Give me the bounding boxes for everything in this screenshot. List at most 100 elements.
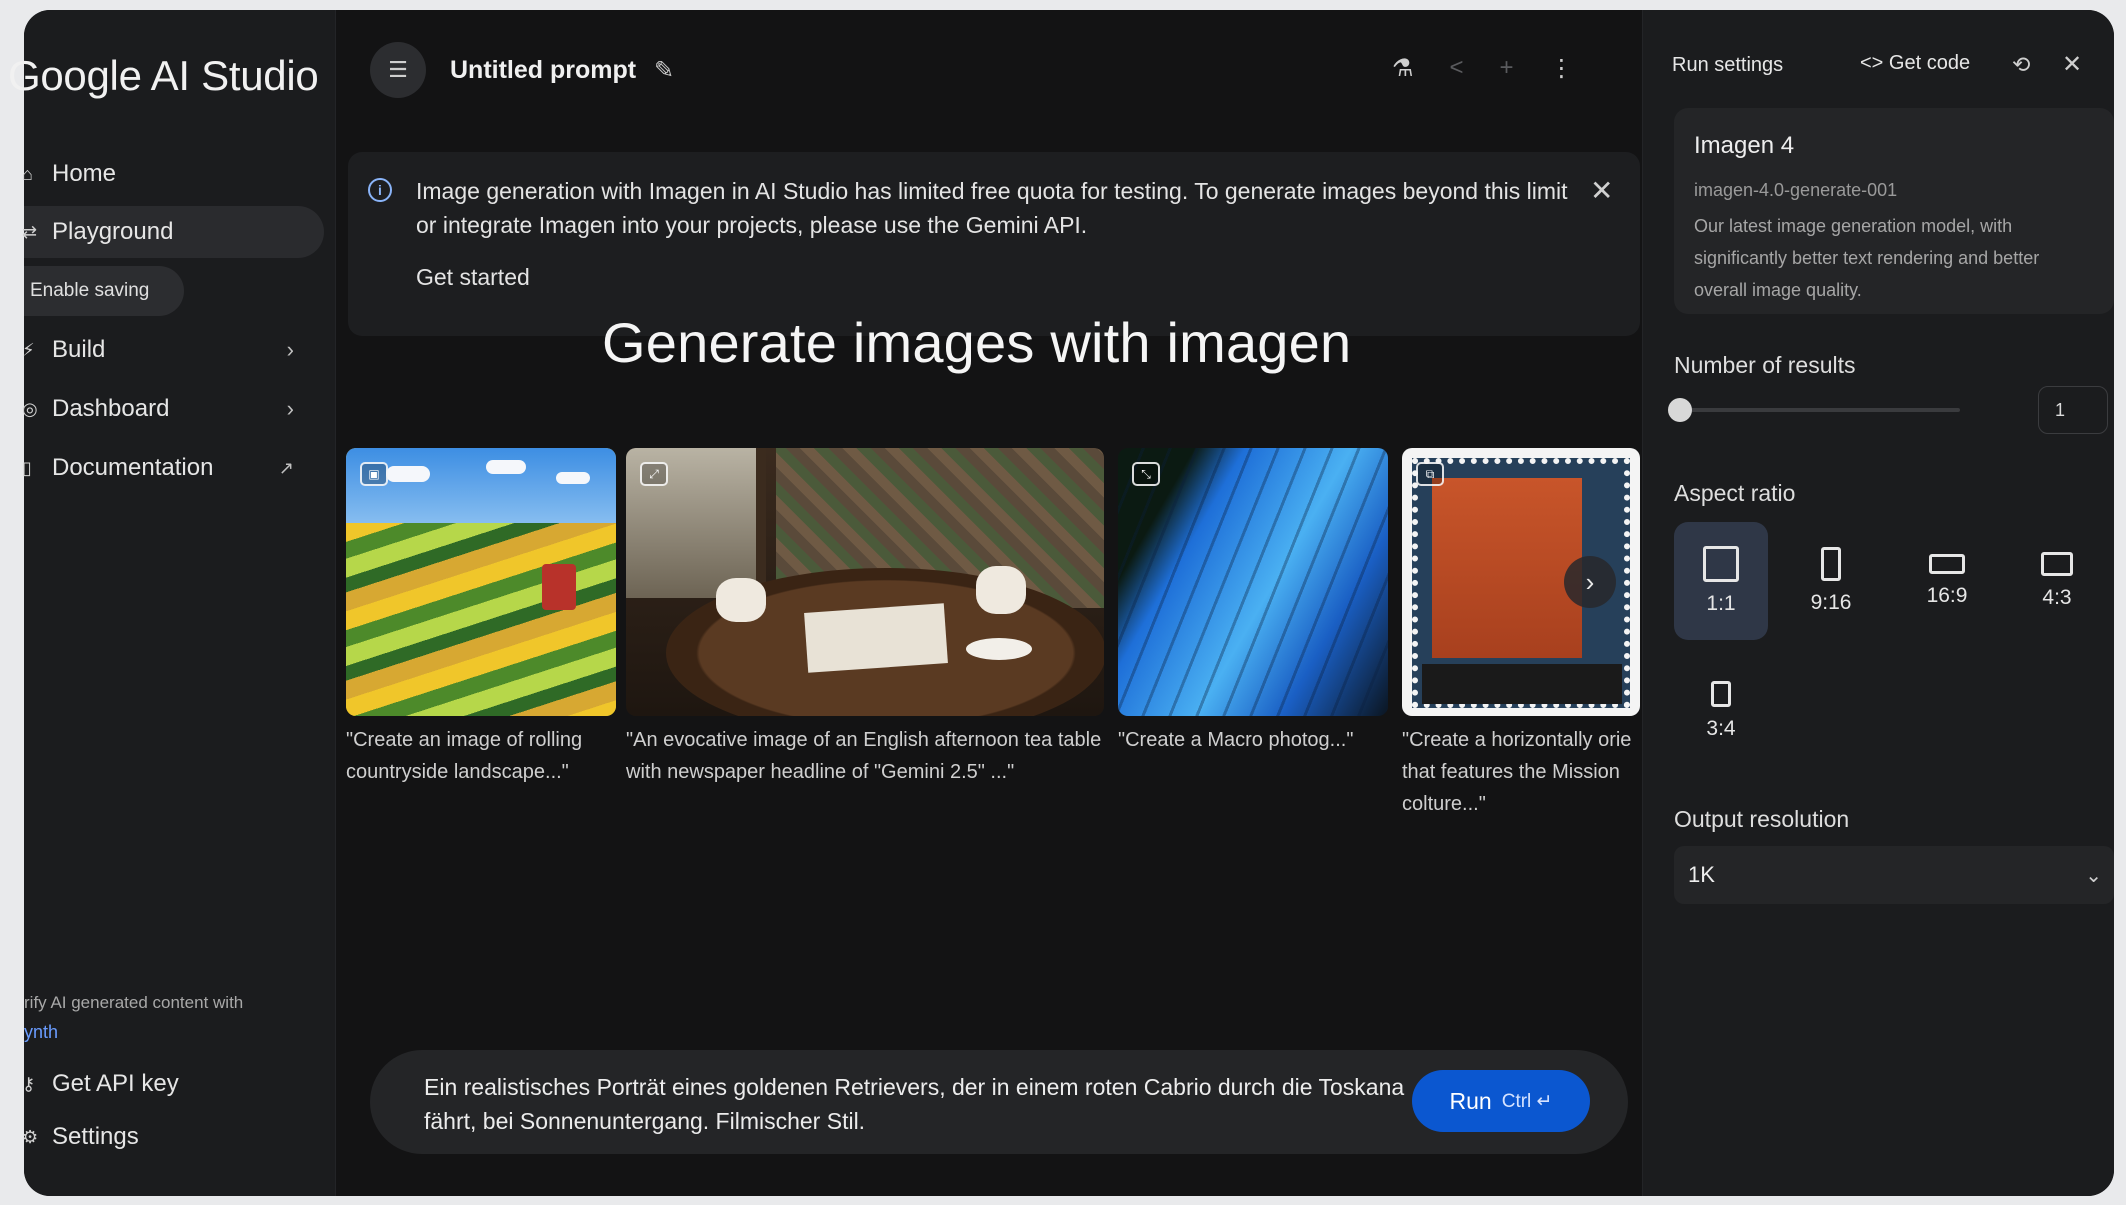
app-brand[interactable]: Google AI Studio (8, 52, 319, 100)
chevron-right-icon: › (286, 337, 294, 362)
square-icon (1703, 546, 1739, 582)
aspect-option-9-16[interactable]: 9:16 (1784, 522, 1878, 640)
sidebar-item-build[interactable]: ⚡ Build › (22, 324, 324, 376)
example-caption: "Create an image of rolling countryside … (346, 729, 583, 783)
model-name: Imagen 4 (1694, 132, 1795, 159)
portrait-icon (1821, 547, 1841, 581)
enable-saving-button[interactable]: Enable saving (24, 266, 184, 316)
model-id: imagen-4.0-generate-001 (1694, 180, 1898, 200)
sidebar-item-label: Home (52, 160, 117, 187)
wing-veins (1118, 448, 1388, 716)
hero-heading: Generate images with imagen (602, 311, 1352, 374)
output-resolution-label: Output resolution (1674, 806, 1850, 832)
aspect-option-1-1[interactable]: 1:1 (1674, 522, 1768, 640)
aspect-label: 16:9 (1926, 584, 1968, 607)
chevron-right-icon: › (286, 396, 294, 421)
get-code-label: Get code (1888, 52, 1971, 74)
more-vert-icon[interactable]: ⋮ (1550, 54, 1574, 83)
newspaper-shape (804, 603, 948, 673)
gear-icon: ⚙ (22, 1127, 38, 1147)
code-icon: <> (1860, 52, 1884, 74)
aspect-label: 4:3 (2042, 586, 2072, 609)
image-icon: ⧉ (1416, 462, 1444, 486)
teapot-shape (976, 566, 1026, 614)
document-icon: ▯ (22, 458, 32, 478)
run-label: Run (1449, 1087, 1492, 1114)
toggle-history-button[interactable]: ☰ (370, 42, 426, 98)
sidebar-item-documentation[interactable]: ▯ Documentation ↗ (22, 442, 324, 494)
image-icon: ▣ (360, 462, 388, 486)
num-results-input[interactable]: 1 (2038, 386, 2108, 434)
teapot-shape (716, 578, 766, 622)
sidebar-item-get-api-key[interactable]: ⚷ Get API key (22, 1058, 324, 1110)
example-card-macro[interactable]: ⤡ (1118, 448, 1388, 716)
build-icon: ⚡ (22, 340, 35, 360)
example-caption: "An evocative image of an English aftern… (626, 729, 1102, 783)
resolution-value: 1K (1688, 862, 1715, 887)
cloud-shape (386, 466, 430, 482)
example-card-tea-table[interactable]: ⤢ (626, 448, 1104, 716)
example-caption: "Create a horizontally orie that feature… (1402, 729, 1632, 815)
sidebar-item-label: Dashboard (52, 395, 170, 422)
banner-text: Image generation with Imagen in AI Studi… (416, 178, 1568, 238)
info-icon: i (368, 178, 392, 202)
aspect-option-3-4[interactable]: 3:4 (1674, 652, 1768, 770)
example-card-landscape[interactable]: ▣ (346, 448, 616, 716)
slider-handle[interactable] (1668, 398, 1692, 422)
sidebar-item-label: Playground (52, 218, 174, 245)
sidebar-note-link[interactable]: ynth (24, 1022, 58, 1043)
sidebar-item-label: Settings (52, 1123, 139, 1150)
chevron-right-icon: › (1585, 566, 1595, 597)
barn-shape (542, 564, 576, 610)
stamp-caption-band (1422, 664, 1622, 704)
history-icon: ☰ (388, 57, 408, 82)
home-icon: ⌂ (22, 164, 33, 184)
num-results-label: Number of results (1674, 352, 1856, 378)
mission-building (1432, 478, 1582, 658)
cloud-shape (556, 472, 590, 484)
dashboard-icon: ◎ (22, 399, 38, 419)
sky-region (346, 448, 616, 524)
run-settings-title: Run settings (1672, 54, 1784, 76)
num-results-slider[interactable] (1680, 408, 1960, 412)
aspect-label: 3:4 (1706, 717, 1736, 740)
image-icon: ⤢ (640, 462, 668, 486)
toolbar: ⚗ < + ⋮ (1392, 54, 1574, 83)
close-panel-icon[interactable]: ✕ (2062, 50, 2082, 79)
edit-icon[interactable]: ✎ (654, 56, 674, 85)
share-icon[interactable]: < (1450, 54, 1464, 83)
run-shortcut: Ctrl ↵ (1501, 1090, 1553, 1112)
sidebar-item-dashboard[interactable]: ◎ Dashboard › (22, 383, 324, 435)
sidebar-item-home[interactable]: ⌂ Home (22, 148, 324, 200)
model-description: Our latest image generation model, with … (1694, 216, 2040, 300)
close-icon[interactable]: ✕ (1590, 174, 1613, 207)
portrait-icon (1711, 681, 1731, 707)
chevron-down-icon: ⌄ (2085, 864, 2102, 887)
landscape-icon (2041, 552, 2073, 576)
add-icon[interactable]: + (1500, 54, 1514, 83)
get-code-button[interactable]: <> Get code (1860, 52, 1970, 75)
reset-icon[interactable]: ⟲ (2012, 52, 2030, 78)
carousel-next-button[interactable]: › (1564, 556, 1616, 608)
compare-icon[interactable]: ⚗ (1392, 54, 1414, 83)
sidebar-item-playground[interactable]: ⇄ Playground (22, 206, 324, 258)
aspect-label: 1:1 (1706, 592, 1736, 615)
aspect-ratio-label: Aspect ratio (1674, 480, 1796, 506)
plate-shape (966, 638, 1032, 660)
landscape-icon (1929, 554, 1965, 574)
prompt-input[interactable]: Ein realistisches Porträt eines goldenen… (424, 1070, 1434, 1138)
aspect-label: 9:16 (1810, 591, 1852, 614)
page-title[interactable]: Untitled prompt (450, 56, 636, 85)
aspect-option-4-3[interactable]: 4:3 (2010, 522, 2104, 640)
external-link-icon: ↗ (278, 457, 294, 478)
cloud-shape (486, 460, 526, 474)
sidebar-item-label: Get API key (52, 1070, 179, 1097)
aspect-option-16-9[interactable]: 16:9 (1900, 522, 1994, 640)
sidebar-item-settings[interactable]: ⚙ Settings (22, 1111, 324, 1163)
run-button[interactable]: Run Ctrl ↵ (1412, 1070, 1590, 1132)
sidebar-item-label: Documentation (52, 454, 214, 481)
output-resolution-select[interactable]: 1K ⌄ (1674, 846, 2114, 904)
sidebar-note: rify AI generated content with (24, 993, 244, 1012)
get-started-link[interactable]: Get started (416, 264, 530, 291)
key-icon: ⚷ (22, 1074, 36, 1094)
